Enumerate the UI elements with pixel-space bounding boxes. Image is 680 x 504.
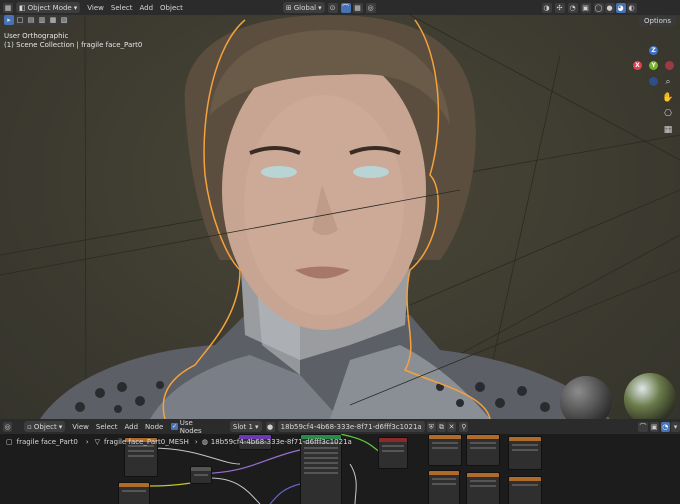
editor-type-icon[interactable]: ◎ [3, 421, 13, 432]
menu-view[interactable]: View [87, 4, 104, 12]
pin-icon[interactable]: ⚲ [459, 421, 469, 432]
proportional-edit-icon[interactable]: ◎ [365, 2, 376, 13]
breadcrumb: ▢ fragile face_Part0 › ▽ fragile face_Pa… [0, 434, 352, 450]
node-image-texture-e[interactable] [466, 472, 500, 504]
unlink-material-icon[interactable]: ✕ [447, 421, 457, 432]
options-button[interactable]: Options [638, 16, 676, 26]
object-type-selector[interactable]: ▫ Object ▾ [24, 421, 66, 432]
axis-z-icon[interactable]: Z [649, 46, 658, 55]
select-mode-intersect-icon[interactable]: ▧ [59, 15, 69, 25]
node-image-texture-f[interactable] [508, 476, 542, 504]
snap-icon[interactable]: ⌒ [638, 421, 648, 432]
object-icon: ▢ [6, 438, 13, 446]
snap-target-icon[interactable]: ▦ [352, 2, 363, 13]
snap-icon[interactable]: ⌒ [340, 2, 351, 13]
chevron-down-icon: ▾ [318, 3, 322, 12]
chevron-down-icon: ▾ [254, 422, 259, 431]
use-nodes-label: Use Nodes [179, 418, 202, 435]
axis-y-icon[interactable]: Y [649, 61, 658, 70]
shading-solid-icon[interactable]: ● [604, 2, 615, 13]
slot-selector[interactable]: Slot 1 ▾ [229, 421, 262, 432]
material-name-field[interactable]: 18b59cf4-4b68-333e-8f71-d6fff3c1021a [277, 421, 425, 432]
menu-view[interactable]: View [72, 423, 89, 431]
node-reroute[interactable] [190, 466, 212, 484]
object-mode-icon: ◧ [19, 3, 26, 12]
tool-header: ▸ □ ▤ ▥ ▦ ▧ [4, 15, 69, 25]
axis-neg-z-icon[interactable] [649, 77, 658, 86]
view-name: User Orthographic [4, 32, 69, 40]
material-name: 18b59cf4-4b68-333e-8f71-d6fff3c1021a [280, 422, 422, 431]
axis-neg-x-icon[interactable] [665, 61, 674, 70]
node-image-texture-d[interactable] [428, 470, 460, 504]
material-icon: ◍ [201, 438, 208, 446]
node-image[interactable] [118, 482, 150, 504]
chevron-right-icon: › [85, 438, 89, 446]
select-mode-new-icon[interactable]: □ [15, 15, 25, 25]
menu-node[interactable]: Node [145, 423, 163, 431]
menu-add[interactable]: Add [139, 4, 153, 12]
chevron-down-icon[interactable]: ▾ [670, 421, 680, 432]
duplicate-material-icon[interactable]: ⧉ [436, 421, 447, 432]
orientation-label: Global [293, 3, 317, 12]
menu-select[interactable]: Select [96, 423, 118, 431]
chevron-right-icon: › [194, 438, 198, 446]
overlay-icon[interactable]: ◔ [567, 2, 578, 13]
select-mode-invert-icon[interactable]: ▦ [48, 15, 58, 25]
object-icon: ▫ [27, 422, 32, 431]
menu-object[interactable]: Object [160, 4, 183, 12]
viewport-header: ▦ ◧ Object Mode ▾ View Select Add Object… [0, 0, 680, 15]
pan-hand-icon[interactable]: ✋ [662, 92, 674, 104]
editor-type-icon[interactable]: ▦ [3, 2, 13, 13]
collection-info: (1) Scene Collection | fragile face_Part… [4, 41, 143, 49]
mesh-icon: ▽ [94, 438, 101, 446]
transform-orientation-selector[interactable]: ⊞ Global ▾ [282, 2, 325, 13]
axis-x-icon[interactable]: X [633, 61, 642, 70]
gizmo-toggle-icon[interactable]: ✣ [554, 2, 565, 13]
use-nodes-checkbox[interactable]: ✓ [171, 423, 178, 430]
zoom-icon[interactable]: ⌕ [662, 76, 674, 88]
select-tool-icon[interactable]: ▸ [4, 15, 14, 25]
node-material-output[interactable] [378, 437, 408, 469]
breadcrumb-material[interactable]: 18b59cf4-4b68-333e-8f71-d6fff3c1021a [211, 438, 352, 446]
mode-selector[interactable]: ◧ Object Mode ▾ [16, 2, 81, 13]
shading-material-icon[interactable]: ◕ [615, 2, 626, 13]
overlay-icon[interactable]: ◔ [660, 421, 670, 432]
xray-icon[interactable]: ▣ [580, 2, 591, 13]
select-mode-extend-icon[interactable]: ▤ [26, 15, 36, 25]
visibility-icon[interactable]: ◑ [541, 2, 552, 13]
shading-wireframe-icon[interactable]: ◯ [593, 2, 604, 13]
breadcrumb-object[interactable]: fragile face_Part0 [17, 438, 78, 446]
select-mode-subtract-icon[interactable]: ▥ [37, 15, 47, 25]
object-type-label: Object [33, 422, 57, 431]
fake-user-shield-icon[interactable]: ⛨ [426, 421, 436, 432]
camera-icon[interactable]: ⎔ [662, 108, 674, 120]
menu-add[interactable]: Add [124, 423, 138, 431]
viewport-scene [0, 15, 680, 419]
material-sphere-icon[interactable]: ● [265, 421, 275, 432]
backdrop-icon[interactable]: ▣ [649, 421, 659, 432]
node-image-texture-a[interactable] [428, 434, 462, 466]
slot-label: Slot 1 [232, 422, 253, 431]
3d-viewport[interactable]: ▸ □ ▤ ▥ ▦ ▧ User Orthographic (1) Scene … [0, 15, 680, 419]
node-image-texture-b[interactable] [466, 434, 500, 466]
chevron-down-icon: ▾ [58, 422, 63, 431]
node-editor-header: ◎ ▫ Object ▾ View Select Add Node ✓ Use … [0, 418, 680, 435]
node-image-texture-c[interactable] [508, 436, 542, 470]
orientation-icon: ⊞ [285, 3, 292, 12]
mode-label: Object Mode [27, 3, 72, 12]
menu-select[interactable]: Select [111, 4, 133, 12]
pivot-icon[interactable]: ⊙ [327, 2, 338, 13]
breadcrumb-mesh[interactable]: fragile face_Part0_MESH [104, 438, 189, 446]
perspective-grid-icon[interactable]: ▦ [662, 124, 674, 136]
chevron-down-icon: ▾ [73, 3, 78, 12]
shading-rendered-icon[interactable]: ◐ [626, 2, 637, 13]
